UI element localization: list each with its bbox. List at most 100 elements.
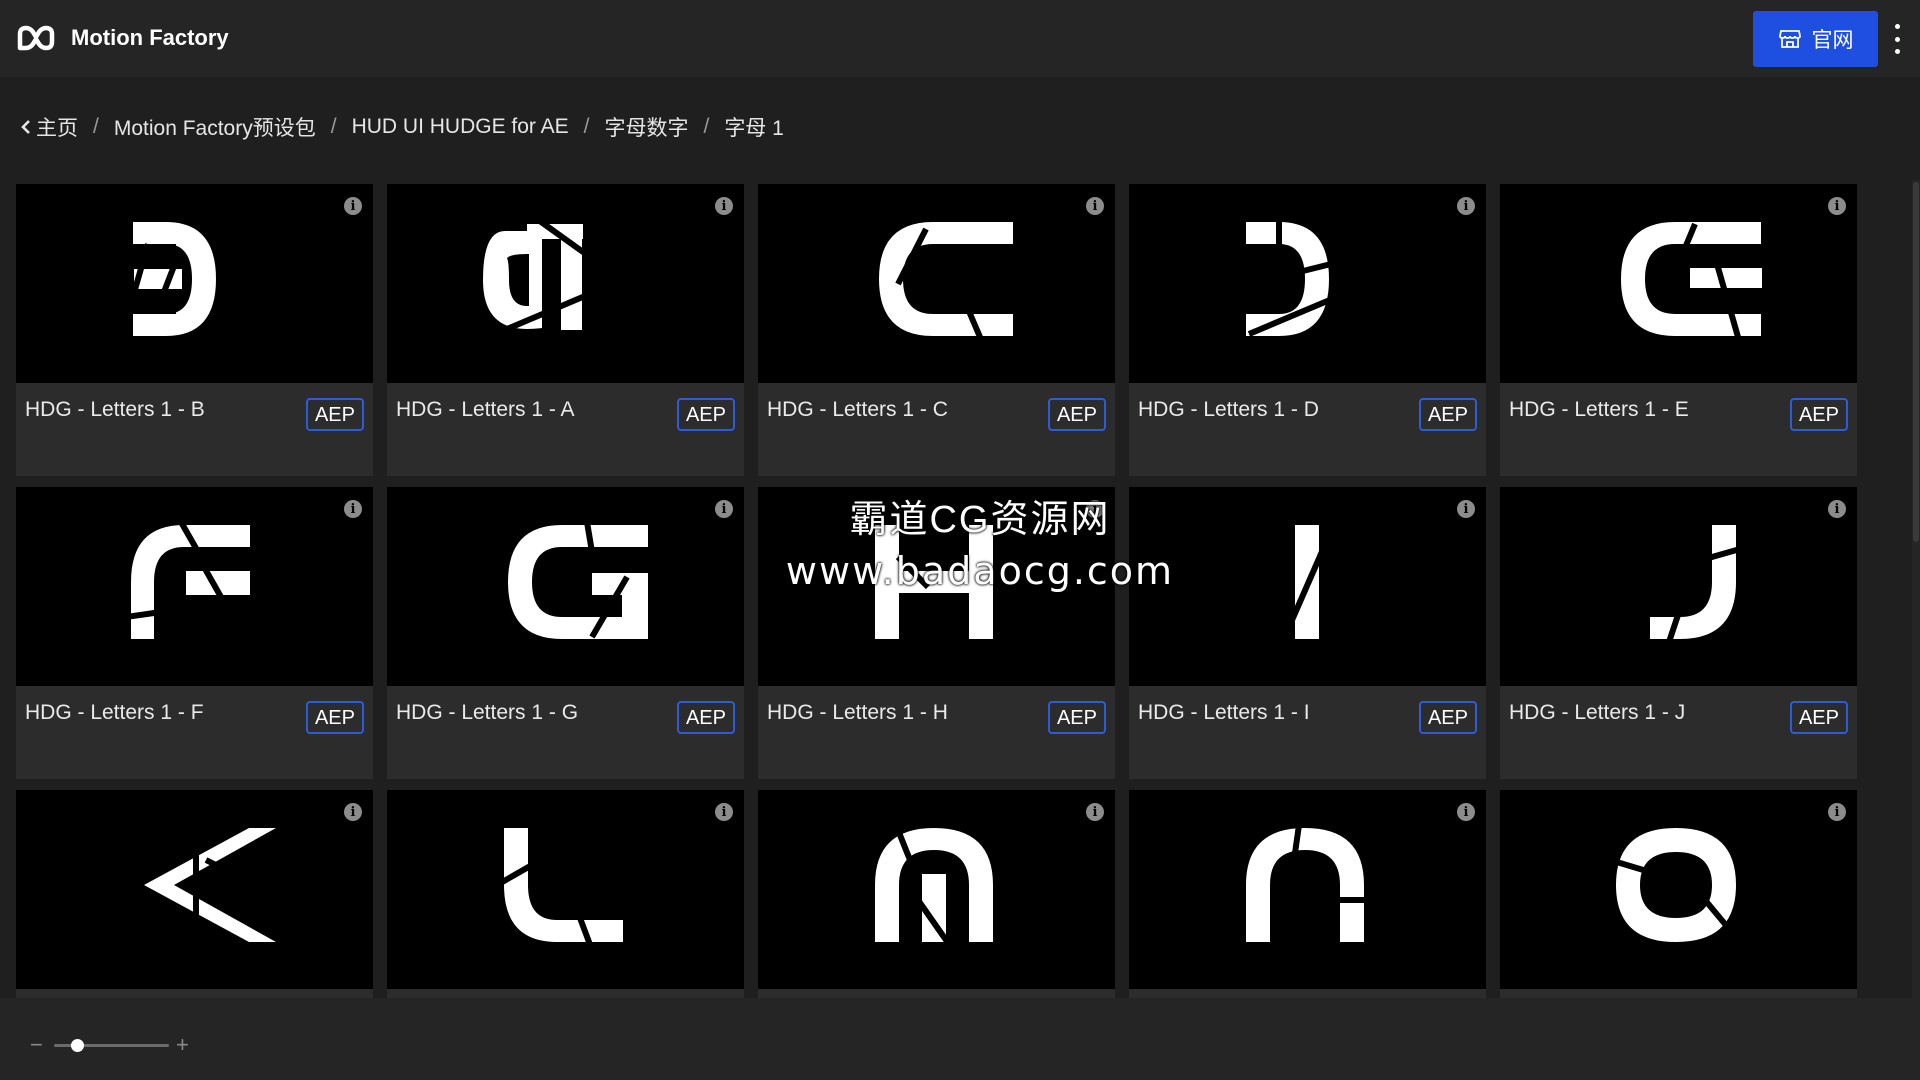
asset-thumbnail[interactable] — [16, 790, 373, 989]
letter-n-preview — [1246, 824, 1369, 942]
letter-b-preview — [125, 222, 216, 336]
info-icon[interactable]: i — [1086, 500, 1104, 518]
scrollbar-thumb[interactable] — [1913, 182, 1919, 542]
asset-card[interactable]: i — [16, 790, 373, 998]
info-icon[interactable]: i — [715, 803, 733, 821]
zoom-out-button[interactable]: − — [30, 1034, 43, 1056]
letter-d-preview — [1246, 219, 1346, 337]
asset-card[interactable]: i HDG - Letters 1 - E AEP — [1500, 184, 1857, 476]
asset-thumbnail[interactable] — [758, 487, 1115, 686]
letter-f-preview — [125, 520, 250, 639]
letter-g-preview — [508, 521, 648, 639]
chevron-left-icon[interactable] — [20, 118, 32, 136]
asset-thumbnail[interactable] — [1129, 487, 1486, 686]
file-type-badge: AEP — [1047, 398, 1106, 431]
asset-title: HDG - Letters 1 - I — [1138, 701, 1310, 724]
asset-thumbnail[interactable] — [387, 487, 744, 686]
asset-card[interactable]: i — [1500, 790, 1857, 998]
asset-title: HDG - Letters 1 - E — [1509, 398, 1689, 421]
breadcrumb-separator: / — [703, 115, 710, 138]
info-icon[interactable]: i — [715, 197, 733, 215]
file-type-badge: AEP — [676, 398, 735, 431]
info-icon[interactable]: i — [715, 500, 733, 518]
letter-j-preview — [1650, 525, 1741, 646]
official-site-label: 官网 — [1811, 29, 1854, 52]
asset-thumbnail[interactable] — [1500, 790, 1857, 989]
asset-title: HDG - Letters 1 - J — [1509, 701, 1686, 724]
asset-thumbnail[interactable] — [387, 790, 744, 989]
info-icon[interactable]: i — [1457, 803, 1475, 821]
breadcrumb-current[interactable]: 字母 1 — [724, 112, 784, 142]
info-icon[interactable]: i — [344, 197, 362, 215]
breadcrumb-separator: / — [583, 115, 590, 138]
breadcrumb-separator: / — [330, 115, 337, 138]
info-icon[interactable]: i — [1457, 500, 1475, 518]
asset-thumbnail[interactable] — [16, 184, 373, 383]
asset-grid-viewport: i HDG - Letters 1 - B AEP i HDG - Letters 1… — [0, 170, 1920, 998]
asset-thumbnail[interactable] — [758, 184, 1115, 383]
breadcrumb-home[interactable]: 主页 — [36, 112, 78, 142]
info-icon[interactable]: i — [1828, 500, 1846, 518]
asset-thumbnail[interactable] — [1129, 790, 1486, 989]
file-type-badge: AEP — [1047, 701, 1106, 734]
breadcrumb-separator: / — [93, 115, 99, 138]
asset-title: HDG - Letters 1 - G — [396, 701, 579, 724]
asset-card[interactable]: i HDG - Letters 1 - J AEP — [1500, 487, 1857, 779]
info-icon[interactable]: i — [344, 803, 362, 821]
info-icon[interactable]: i — [344, 500, 362, 518]
asset-thumbnail[interactable] — [16, 487, 373, 686]
asset-card[interactable]: i HDG - Letters 1 - G AEP — [387, 487, 744, 779]
asset-title: HDG - Letters 1 - C — [767, 398, 948, 421]
store-icon — [1778, 30, 1801, 48]
letter-m-preview — [875, 828, 993, 952]
bottom-bar — [0, 998, 1920, 1080]
asset-title: HDG - Letters 1 - A — [396, 398, 575, 421]
motion-factory-logo-icon[interactable] — [16, 22, 56, 54]
asset-card[interactable]: i HDG - Letters 1 - C AEP — [758, 184, 1115, 476]
breadcrumb-preset-pack[interactable]: Motion Factory预设包 — [114, 112, 316, 142]
info-icon[interactable]: i — [1086, 803, 1104, 821]
info-icon[interactable]: i — [1828, 197, 1846, 215]
asset-card[interactable]: i HDG - Letters 1 - H AEP — [758, 487, 1115, 779]
letter-c-preview — [879, 222, 1013, 346]
asset-card[interactable]: i HDG - Letters 1 - B AEP — [16, 184, 373, 476]
letter-i-preview — [1286, 525, 1327, 639]
asset-thumbnail[interactable] — [387, 184, 744, 383]
letter-o-preview — [1609, 828, 1736, 942]
letter-h-preview — [875, 525, 993, 639]
top-bar: Motion Factory 官网 — [0, 0, 1920, 77]
file-type-badge: AEP — [676, 701, 735, 734]
asset-thumbnail[interactable] — [1129, 184, 1486, 383]
asset-thumbnail[interactable] — [758, 790, 1115, 989]
asset-card[interactable]: i — [387, 790, 744, 998]
letter-k-preview — [144, 820, 276, 950]
kebab-menu-icon[interactable] — [1890, 24, 1904, 54]
letter-l-preview — [495, 828, 623, 952]
asset-thumbnail[interactable] — [1500, 184, 1857, 383]
info-icon[interactable]: i — [1457, 197, 1475, 215]
file-type-badge: AEP — [1789, 701, 1848, 734]
asset-title: HDG - Letters 1 - H — [767, 701, 948, 724]
asset-title: HDG - Letters 1 - D — [1138, 398, 1319, 421]
asset-title: HDG - Letters 1 - B — [25, 398, 205, 421]
zoom-in-button[interactable]: + — [176, 1034, 189, 1056]
zoom-slider-handle[interactable] — [71, 1039, 84, 1052]
asset-card[interactable]: i — [758, 790, 1115, 998]
breadcrumb: 主页 / Motion Factory预设包 / HUD UI HUDGE fo… — [20, 112, 784, 142]
asset-grid: i HDG - Letters 1 - B AEP i HDG - Letters 1… — [16, 184, 1857, 998]
info-icon[interactable]: i — [1086, 197, 1104, 215]
asset-card[interactable]: i HDG - Letters 1 - D AEP — [1129, 184, 1486, 476]
asset-thumbnail[interactable] — [1500, 487, 1857, 686]
file-type-badge: AEP — [1418, 701, 1477, 734]
asset-card[interactable]: i HDG - Letters 1 - F AEP — [16, 487, 373, 779]
breadcrumb-category[interactable]: 字母数字 — [604, 112, 688, 142]
asset-card[interactable]: i HDG - Letters 1 - I AEP — [1129, 487, 1486, 779]
official-site-button[interactable]: 官网 — [1753, 11, 1878, 67]
info-icon[interactable]: i — [1828, 803, 1846, 821]
letter-e-preview — [1621, 222, 1762, 345]
breadcrumb-product[interactable]: HUD UI HUDGE for AE — [352, 115, 569, 139]
asset-card[interactable]: i — [1129, 790, 1486, 998]
app-title: Motion Factory — [71, 25, 229, 50]
asset-card[interactable]: i HDG - Letters 1 - A AEP — [387, 184, 744, 476]
letter-a-preview — [483, 216, 599, 332]
